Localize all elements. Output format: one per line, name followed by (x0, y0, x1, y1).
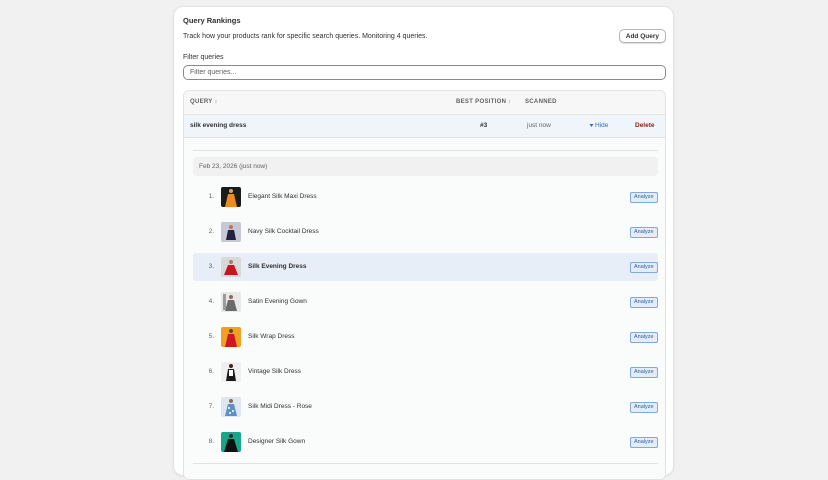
column-header-best-position-label: BEST POSITION (456, 99, 507, 105)
product-thumbnail (221, 432, 241, 452)
product-name: Silk Evening Dress (248, 263, 307, 270)
result-row: 1. Elegant Silk Maxi Dress Analyze (193, 183, 658, 211)
analyze-button[interactable]: Analyze (630, 402, 658, 413)
add-query-button[interactable]: Add Query (618, 29, 666, 43)
product-name: Silk Wrap Dress (248, 333, 295, 340)
delete-button[interactable]: Delete (635, 122, 655, 129)
analyze-button[interactable]: Analyze (630, 192, 658, 203)
divider (193, 463, 658, 464)
analyze-button[interactable]: Analyze (630, 367, 658, 378)
result-rank: 3. (208, 263, 214, 270)
result-row: 8. Designer Silk Gown Analyze (193, 428, 658, 456)
query-table: QUERY ↕ BEST POSITION ↕ SCANNED silk eveni… (183, 90, 666, 480)
result-rank: 4. (208, 298, 214, 305)
result-rank: 1. (208, 193, 214, 200)
result-rank: 7. (208, 403, 214, 410)
product-thumbnail (221, 327, 241, 347)
result-row: 5. Silk Wrap Dress Analyze (193, 323, 658, 351)
product-thumbnail (221, 222, 241, 242)
analyze-button[interactable]: Analyze (630, 332, 658, 343)
product-name: Designer Silk Gown (248, 438, 306, 445)
result-rank: 6. (208, 368, 214, 375)
product-thumbnail (221, 257, 241, 277)
result-row-highlighted: 3. Silk Evening Dress Analyze (193, 253, 658, 281)
product-name: Silk Midi Dress - Rose (248, 403, 312, 410)
query-name: silk evening dress (190, 122, 247, 129)
product-name: Navy Silk Cocktail Dress (248, 228, 319, 235)
query-rankings-card: Query Rankings Track how your products r… (173, 6, 674, 480)
product-name: Satin Evening Gown (248, 298, 307, 305)
query-row[interactable]: silk evening dress #3 just now Hide Dele… (184, 115, 665, 138)
hide-button[interactable]: Hide (589, 122, 608, 129)
scan-date: Feb 23, 2026 (just now) (199, 163, 268, 170)
sort-icon: ↕ (508, 99, 512, 105)
query-scanned: just now (527, 122, 551, 129)
expanded-results-panel: Feb 23, 2026 (just now) 1. Elegant Silk … (184, 138, 665, 479)
sort-icon: ↕ (214, 99, 218, 105)
result-row: 4. Satin Evening Gown Analyze (193, 288, 658, 316)
column-header-best-position[interactable]: BEST POSITION ↕ (456, 99, 511, 105)
column-header-query-label: QUERY (190, 99, 213, 105)
query-best-position: #3 (480, 122, 488, 129)
card-subtitle: Track how your products rank for specifi… (183, 33, 428, 40)
analyze-button[interactable]: Analyze (630, 297, 658, 308)
result-rank: 8. (208, 438, 214, 445)
column-header-scanned: SCANNED (525, 99, 557, 105)
result-rank: 2. (208, 228, 214, 235)
result-row: 6. Vintage Silk Dress Analyze (193, 358, 658, 386)
result-row: 7. Silk Midi Dress - Rose Analyze (193, 393, 658, 421)
product-thumbnail (221, 187, 241, 207)
filter-queries-input[interactable] (183, 65, 666, 80)
hide-label: Hide (595, 122, 609, 129)
analyze-button[interactable]: Analyze (630, 437, 658, 448)
caret-down-icon (589, 123, 594, 127)
product-thumbnail (221, 397, 241, 417)
scan-date-bar: Feb 23, 2026 (just now) (193, 157, 658, 176)
product-name: Elegant Silk Maxi Dress (248, 193, 317, 200)
column-header-query[interactable]: QUERY ↕ (190, 99, 218, 105)
product-thumbnail (221, 292, 241, 312)
result-row: 2. Navy Silk Cocktail Dress Analyze (193, 218, 658, 246)
product-thumbnail (221, 362, 241, 382)
table-header: QUERY ↕ BEST POSITION ↕ SCANNED (184, 91, 665, 115)
product-name: Vintage Silk Dress (248, 368, 301, 375)
analyze-button[interactable]: Analyze (630, 262, 658, 273)
result-rank: 5. (208, 333, 214, 340)
divider (193, 150, 658, 151)
filter-label: Filter queries (183, 54, 224, 61)
analyze-button[interactable]: Analyze (630, 227, 658, 238)
card-title: Query Rankings (183, 16, 241, 25)
